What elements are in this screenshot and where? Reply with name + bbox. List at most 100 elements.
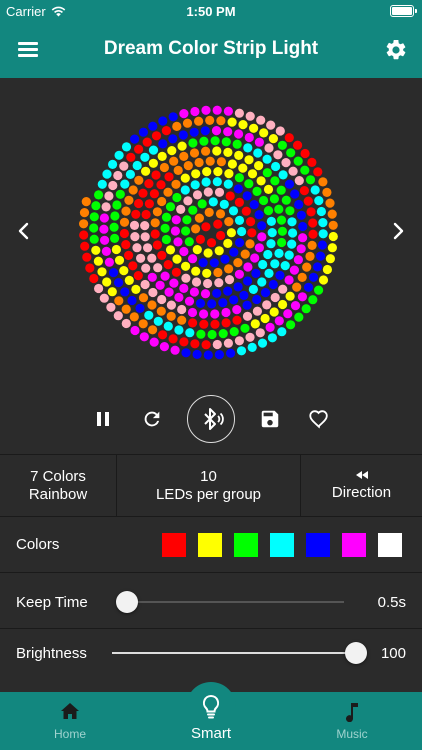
led-dot — [138, 319, 148, 329]
led-dot — [232, 139, 242, 149]
save-button[interactable] — [246, 392, 294, 446]
brightness-slider-track[interactable] — [112, 652, 356, 654]
playback-controls — [0, 392, 422, 446]
led-dot — [80, 241, 90, 251]
group-size-cell[interactable]: 10 LEDs per group — [117, 455, 301, 517]
led-dot — [281, 195, 291, 205]
color-swatch-magenta[interactable] — [342, 533, 366, 557]
led-dot — [104, 191, 114, 201]
led-dot — [126, 152, 136, 162]
led-dot — [216, 230, 226, 241]
led-dot — [294, 176, 304, 186]
color-swatch-yellow[interactable] — [198, 533, 222, 557]
led-dot — [242, 311, 253, 321]
led-dot — [296, 244, 306, 254]
tab-home[interactable]: Home — [0, 692, 140, 750]
brightness-label: Brightness — [16, 645, 87, 662]
led-dot — [243, 143, 253, 153]
tab-music[interactable]: Music — [282, 692, 422, 750]
led-dot — [179, 151, 189, 161]
bluetooth-button[interactable] — [187, 392, 235, 446]
led-dot — [284, 275, 294, 285]
tab-smart[interactable]: Smart — [141, 692, 281, 750]
led-dot — [216, 116, 226, 126]
tab-smart-label: Smart — [190, 725, 231, 742]
led-dot — [221, 307, 231, 318]
led-dot — [151, 170, 161, 180]
led-dot — [234, 197, 244, 207]
led-dot — [158, 330, 168, 340]
led-dot — [141, 166, 151, 176]
led-dot — [157, 196, 167, 207]
chevron-right-icon[interactable] — [386, 216, 410, 246]
led-dot — [140, 232, 150, 242]
led-dot — [179, 337, 189, 347]
keep-time-slider-thumb[interactable] — [116, 591, 139, 613]
lightbulb-icon — [202, 694, 220, 719]
led-dot — [245, 111, 255, 121]
led-dot — [136, 253, 146, 263]
led-dot — [149, 189, 159, 199]
led-dot — [212, 177, 222, 187]
led-dot — [157, 151, 167, 161]
led-dot — [264, 268, 274, 278]
led-dot — [182, 118, 193, 128]
led-dot — [307, 157, 317, 167]
led-dot — [142, 137, 152, 147]
led-dot — [124, 195, 134, 205]
led-dot — [155, 280, 165, 290]
led-dot — [181, 226, 191, 236]
led-dot — [170, 226, 180, 236]
led-dot — [300, 148, 310, 159]
led-dot — [207, 329, 217, 340]
led-preview — [0, 78, 422, 383]
keep-time-slider-track[interactable] — [118, 601, 344, 603]
led-dot — [212, 288, 222, 298]
led-dot — [262, 154, 272, 164]
led-dot — [218, 298, 228, 308]
led-dot — [99, 224, 109, 234]
color-swatch-white[interactable] — [378, 533, 402, 557]
led-dot — [153, 263, 163, 273]
color-mode-cell[interactable]: 7 Colors Rainbow — [0, 455, 117, 517]
gear-icon[interactable] — [384, 38, 408, 62]
led-dot — [215, 209, 226, 219]
led-dot — [252, 306, 262, 316]
led-dot — [212, 146, 222, 156]
led-dot — [224, 264, 234, 274]
led-dot — [227, 117, 237, 127]
led-dot — [201, 105, 211, 115]
direction-cell[interactable]: Direction — [301, 455, 422, 517]
led-dot — [286, 320, 296, 330]
menu-icon[interactable] — [18, 40, 40, 58]
led-dot — [192, 245, 202, 255]
keep-time-label: Keep Time — [16, 594, 88, 611]
favorite-button[interactable] — [295, 392, 343, 446]
led-dot — [256, 176, 266, 186]
led-dot — [284, 133, 294, 143]
led-dot — [184, 237, 194, 247]
led-dot — [168, 112, 178, 122]
led-dot — [241, 206, 251, 216]
color-swatch-blue[interactable] — [306, 533, 330, 557]
brightness-slider-thumb[interactable] — [345, 642, 367, 664]
led-dot — [163, 187, 173, 197]
led-dot — [318, 229, 328, 239]
led-dot — [223, 147, 233, 157]
led-dot — [114, 255, 125, 265]
reset-button[interactable] — [128, 392, 176, 446]
led-dot — [223, 179, 233, 189]
led-dot — [130, 232, 140, 242]
color-swatch-cyan[interactable] — [270, 533, 294, 557]
brightness-slider-fill — [112, 652, 356, 654]
led-dot — [316, 206, 326, 217]
pause-button[interactable] — [79, 392, 127, 446]
led-dot — [113, 170, 123, 181]
led-dot — [183, 161, 193, 171]
led-dot — [322, 187, 332, 197]
color-swatch-red[interactable] — [162, 533, 186, 557]
led-dot — [89, 212, 99, 222]
color-swatch-green[interactable] — [234, 533, 258, 557]
tab-bar: Home Smart Music — [0, 682, 422, 750]
led-dot — [306, 207, 316, 217]
